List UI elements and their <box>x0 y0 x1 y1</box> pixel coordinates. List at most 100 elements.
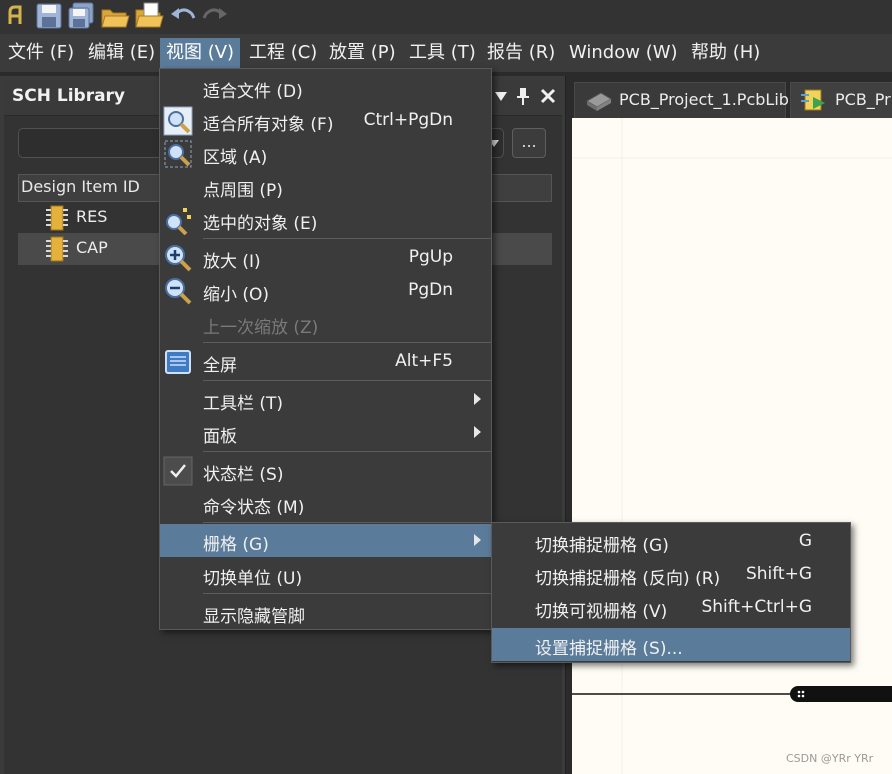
full-screen-icon <box>165 350 191 374</box>
menu-place[interactable]: 放置 (P) <box>323 38 402 68</box>
menu-separator <box>203 593 491 594</box>
menu-tools[interactable]: 工具 (T) <box>403 38 482 68</box>
menu-item-label: 适合所有对象 (F) <box>203 115 334 135</box>
panel-title: SCH Library <box>12 86 126 106</box>
menu-bar: 文件 (F) 编辑 (E) 视图 (V) 工程 (C) 放置 (P) 工具 (T… <box>0 34 892 72</box>
menu-previous-zoom: 上一次缩放 (Z) <box>160 307 491 340</box>
submenu-set-snap-grid[interactable]: 设置捕捉栅格 (S)... <box>492 628 850 661</box>
submenu-arrow-icon <box>474 393 481 405</box>
save-all-icon[interactable] <box>66 2 96 30</box>
submenu-toggle-snap-grid-reverse[interactable]: 切换捕捉栅格 (反向) (R) Shift+G <box>492 558 850 591</box>
menu-window[interactable]: Window (W) <box>563 38 684 68</box>
save-icon[interactable] <box>34 2 64 30</box>
menu-item-label: 切换单位 (U) <box>203 569 303 589</box>
open-document-icon[interactable] <box>134 2 164 30</box>
submenu-toggle-visible-grid[interactable]: 切换可视栅格 (V) Shift+Ctrl+G <box>492 591 850 624</box>
menu-help[interactable]: 帮助 (H) <box>685 38 766 68</box>
component-icon <box>46 205 68 231</box>
menu-panels[interactable]: 面板 <box>160 416 491 449</box>
redo-icon[interactable] <box>200 2 230 30</box>
panel-menu-arrow-icon[interactable] <box>494 90 508 102</box>
menu-fit-all-objects[interactable]: 适合所有对象 (F) Ctrl+PgDn <box>160 104 491 137</box>
menu-grid[interactable]: 栅格 (G) <box>160 524 491 557</box>
menu-item-label: 适合文件 (D) <box>203 82 303 102</box>
menu-toggle-units[interactable]: 切换单位 (U) <box>160 558 491 591</box>
menu-separator <box>203 380 491 381</box>
menu-show-hidden-pins[interactable]: 显示隐藏管脚 <box>160 596 491 629</box>
zoom-fit-all-icon <box>163 106 193 136</box>
menu-zoom-out[interactable]: 缩小 (O) PgDn <box>160 274 491 307</box>
menu-view[interactable]: 视图 (V) <box>160 38 241 68</box>
watermark: CSDN @YRr YRr <box>786 752 874 765</box>
component-icon <box>46 236 68 262</box>
menu-item-label: 全屏 <box>203 356 237 376</box>
menu-item-label: 缩小 (O) <box>203 285 270 305</box>
pin-icon[interactable] <box>515 86 531 106</box>
zoom-out-icon <box>165 278 192 305</box>
tab-label: PCB_Project_1.PcbLib <box>619 90 789 109</box>
menu-item-label: 工具栏 (T) <box>203 394 284 414</box>
menu-item-label: 选中的对象 (E) <box>203 214 318 234</box>
menu-full-screen[interactable]: 全屏 Alt+F5 <box>160 345 491 378</box>
menu-fit-document[interactable]: 适合文件 (D) <box>160 71 491 104</box>
submenu-arrow-icon <box>474 426 481 438</box>
menu-shortcut: Alt+F5 <box>395 351 453 371</box>
app-logo-icon <box>8 5 22 24</box>
checkmark-icon <box>163 456 193 486</box>
menu-item-label: 栅格 (G) <box>203 535 269 555</box>
zoom-in-icon <box>165 245 192 272</box>
menu-item-label: 切换可视栅格 (V) <box>535 602 668 622</box>
menu-project[interactable]: 工程 (C) <box>243 38 323 68</box>
undo-icon[interactable] <box>168 2 198 30</box>
zoom-area-icon <box>164 140 192 168</box>
component-name: CAP <box>76 238 108 257</box>
menu-item-label: 设置捕捉栅格 (S)... <box>535 639 683 659</box>
submenu-arrow-icon <box>474 534 481 546</box>
menu-shortcut: PgUp <box>408 247 453 267</box>
menu-shortcut: Shift+Ctrl+G <box>701 597 812 617</box>
menu-separator <box>203 342 491 343</box>
schematic-library-icon <box>801 89 825 111</box>
tab-pcblib[interactable]: PCB_Project_1.PcbLib <box>574 82 789 118</box>
menu-area[interactable]: 区域 (A) <box>160 137 491 170</box>
close-icon[interactable] <box>540 88 556 104</box>
menu-separator <box>203 451 491 452</box>
open-folder-icon[interactable] <box>100 2 130 30</box>
menu-shortcut: G <box>798 531 812 551</box>
menu-reports[interactable]: 报告 (R) <box>481 38 561 68</box>
menu-zoom-in[interactable]: 放大 (I) PgUp <box>160 241 491 274</box>
menu-shortcut: Ctrl+PgDn <box>363 110 453 130</box>
menu-around-point[interactable]: 点周围 (P) <box>160 170 491 203</box>
menu-item-label: 点周围 (P) <box>203 181 283 201</box>
menu-item-label: 状态栏 (S) <box>203 465 284 485</box>
component-name: RES <box>76 207 108 226</box>
menu-item-label: 切换捕捉栅格 (G) <box>535 536 669 556</box>
design-canvas[interactable] <box>572 118 892 774</box>
tab-label: PCB_Pr <box>835 90 891 109</box>
menu-separator <box>203 238 491 239</box>
submenu-toggle-snap-grid[interactable]: 切换捕捉栅格 (G) G <box>492 525 850 558</box>
menu-item-label: 面板 <box>203 427 237 447</box>
quick-access-toolbar <box>0 0 892 34</box>
menu-status-bar[interactable]: 状态栏 (S) <box>160 454 491 487</box>
menu-shortcut: PgDn <box>408 280 453 300</box>
canvas-grid <box>572 118 892 774</box>
menu-edit[interactable]: 编辑 (E) <box>82 38 161 68</box>
menu-file[interactable]: 文件 (F) <box>2 38 80 68</box>
view-menu-dropdown: 适合文件 (D) 适合所有对象 (F) Ctrl+PgDn 区域 (A) 点周围… <box>159 68 492 630</box>
tab-pcb-project[interactable]: PCB_Pr <box>790 82 892 118</box>
menu-command-status[interactable]: 命令状态 (M) <box>160 487 491 520</box>
menu-shortcut: Shift+G <box>745 564 812 584</box>
browse-button[interactable]: ... <box>512 128 546 158</box>
pcb-library-icon <box>586 92 612 111</box>
design-item-id-column-header[interactable]: Design Item ID <box>21 177 140 196</box>
menu-item-label: 显示隐藏管脚 <box>203 607 305 627</box>
menu-separator <box>203 522 491 523</box>
menu-item-label: 放大 (I) <box>203 252 261 272</box>
zoom-selected-icon <box>166 208 191 235</box>
menu-item-label: 上一次缩放 (Z) <box>203 318 319 338</box>
grid-submenu: 切换捕捉栅格 (G) G 切换捕捉栅格 (反向) (R) Shift+G 切换可… <box>491 522 851 663</box>
menu-item-label: 命令状态 (M) <box>203 498 305 518</box>
menu-toolbars[interactable]: 工具栏 (T) <box>160 383 491 416</box>
menu-selected-objects[interactable]: 选中的对象 (E) <box>160 203 491 236</box>
